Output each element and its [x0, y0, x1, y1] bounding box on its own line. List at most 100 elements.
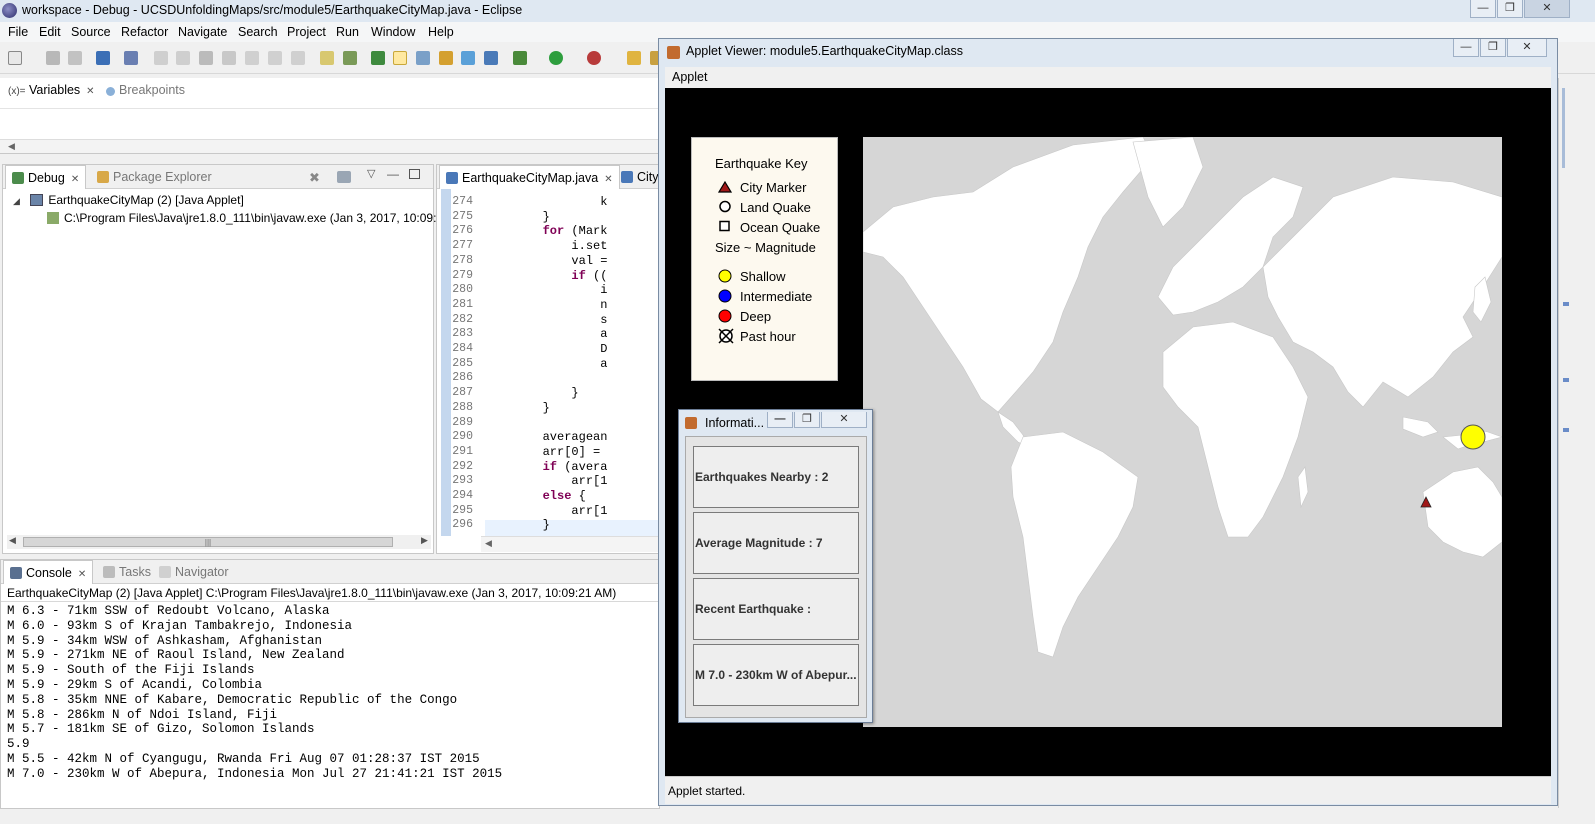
world-map[interactable] — [863, 137, 1502, 727]
scroll-left-icon[interactable]: ◀ — [8, 141, 15, 152]
console-view: Console ✕ Tasks Navigator EarthquakeCityM… — [0, 559, 661, 809]
tab-earthquakecitymap[interactable]: EarthquakeCityMap.java ✕ — [439, 165, 620, 189]
close-icon[interactable]: ✕ — [86, 86, 94, 97]
resume-icon[interactable] — [154, 51, 168, 65]
tab-tasks[interactable]: Tasks — [97, 560, 157, 584]
info-recent-label: Recent Earthquake : — [693, 578, 859, 640]
debug-icon[interactable] — [513, 51, 527, 65]
new-icon[interactable] — [8, 51, 22, 65]
save-icon[interactable] — [46, 51, 60, 65]
menu-applet[interactable]: Applet — [672, 70, 707, 84]
console-icon[interactable] — [96, 51, 110, 65]
variables-scrollbar[interactable]: ◀ — [0, 139, 658, 153]
editor-view: EarthquakeCityMap.java ✕ City 274 k 275 } 2… — [436, 164, 661, 554]
debug-hscrollbar[interactable]: ◀ ||| ▶ — [7, 535, 431, 549]
earthquake-key: Earthquake Key City Marker Land Quake Oc… — [691, 137, 838, 381]
key-title: Earthquake Key — [715, 156, 808, 171]
view-menu-icon[interactable]: ▽ — [367, 167, 375, 180]
information-window: Informati... — ❐ ✕ Earthquakes Nearby : … — [678, 409, 873, 723]
close-icon[interactable]: ✕ — [604, 174, 612, 185]
step-into-icon[interactable] — [245, 51, 259, 65]
search-icon[interactable] — [484, 51, 498, 65]
info-minimize-button[interactable]: — — [767, 412, 793, 428]
info-close-button[interactable]: ✕ — [821, 412, 867, 428]
menu-file[interactable]: File — [8, 25, 28, 39]
console-line: M 5.8 - 35km NNE of Kabare, Democratic R… — [7, 692, 458, 707]
scroll-thumb[interactable]: ||| — [23, 537, 393, 547]
key-city-marker-label: City Marker — [740, 180, 807, 195]
console-line: M 5.8 - 286km N of Ndoi Island, Fiji — [7, 707, 278, 722]
tab-breakpoints[interactable]: Breakpoints — [100, 78, 191, 102]
key-shallow-row: Shallow — [718, 269, 786, 284]
maximize-view-icon[interactable] — [409, 169, 420, 179]
square-icon — [719, 220, 730, 232]
minimize-button[interactable]: — — [1470, 0, 1496, 18]
expand-arrow-icon[interactable]: ◢ — [13, 196, 27, 207]
info-maximize-button[interactable]: ❐ — [794, 412, 820, 428]
scroll-left-icon[interactable]: ◀ — [9, 535, 16, 546]
disconnect-icon[interactable] — [222, 51, 236, 65]
use-step-filters-icon[interactable] — [343, 51, 357, 65]
scroll-left-icon[interactable]: ◀ — [485, 538, 492, 549]
close-icon[interactable]: ✕ — [71, 174, 79, 185]
console-line: M 7.0 - 230km W of Abepura, Indonesia Mo… — [7, 766, 503, 781]
menu-edit[interactable]: Edit — [39, 25, 61, 39]
step-over-icon[interactable] — [268, 51, 282, 65]
skip-breakpoints-icon[interactable] — [124, 51, 138, 65]
close-icon[interactable]: ✕ — [78, 569, 86, 580]
tab-console[interactable]: Console ✕ — [3, 560, 94, 584]
minimize-view-icon[interactable]: — — [387, 167, 399, 181]
menu-navigate[interactable]: Navigate — [178, 25, 227, 39]
remove-terminated-icon[interactable]: ✖ — [309, 170, 323, 185]
line-number: 292 — [452, 459, 473, 473]
tab-package-explorer[interactable]: Package Explorer — [91, 165, 218, 189]
tab-debug[interactable]: Debug ✕ — [5, 165, 87, 189]
tree-item-applet[interactable]: ◢ EarthquakeCityMap (2) [Java Applet] — [13, 193, 244, 207]
menu-run[interactable]: Run — [336, 25, 359, 39]
save-all-icon[interactable] — [68, 51, 82, 65]
open-task-icon[interactable] — [461, 51, 475, 65]
run-icon[interactable] — [549, 51, 563, 65]
collapse-icon[interactable] — [337, 171, 351, 183]
applet-close-button[interactable]: ✕ — [1507, 39, 1547, 57]
applet-minimize-button[interactable]: — — [1453, 39, 1479, 57]
tab-console-label: Console — [26, 566, 72, 580]
tab-variables-label: Variables — [28, 83, 81, 97]
suspend-icon[interactable] — [176, 51, 190, 65]
info-recent-quake: M 7.0 - 230km W of Abepur... — [693, 644, 859, 706]
step-return-icon[interactable] — [291, 51, 305, 65]
line-number: 294 — [452, 489, 473, 502]
debug-perspective-icon[interactable] — [371, 51, 385, 65]
menu-window[interactable]: Window — [371, 25, 415, 39]
scroll-grip: ||| — [204, 538, 212, 547]
tab-variables[interactable]: (x)= Variables ✕ — [2, 78, 101, 102]
menu-project[interactable]: Project — [287, 25, 326, 39]
blue-circle-icon — [718, 289, 732, 303]
open-type-icon[interactable] — [439, 51, 453, 65]
external-tools-icon[interactable] — [587, 51, 601, 65]
tab-debug-label: Debug — [28, 171, 65, 185]
maximize-button[interactable]: ❐ — [1497, 0, 1523, 18]
close-button[interactable]: ✕ — [1524, 0, 1570, 18]
terminate-icon[interactable] — [199, 51, 213, 65]
editor-hscrollbar[interactable]: ◀ — [481, 536, 661, 552]
menu-search[interactable]: Search — [238, 25, 278, 39]
tree-item-process[interactable]: C:\Program Files\Java\jre1.8.0_111\bin\j… — [47, 211, 450, 225]
drop-to-frame-icon[interactable] — [320, 51, 334, 65]
menu-refactor[interactable]: Refactor — [121, 25, 168, 39]
applet-maximize-button[interactable]: ❐ — [1480, 39, 1506, 57]
toggle-icon[interactable] — [416, 51, 430, 65]
mark-occurrences-icon[interactable] — [393, 51, 407, 65]
code-line: if (( — [571, 268, 608, 283]
console-output[interactable]: M 6.3 - 71km SSW of Redoubt Volcano, Ala… — [1, 602, 659, 796]
scroll-right-icon[interactable]: ▶ — [421, 535, 428, 546]
code-area[interactable]: 274 k 275 } 276 for (Mark 277 i.set 278 val … — [437, 195, 661, 537]
menu-source[interactable]: Source — [71, 25, 111, 39]
line-number: 287 — [452, 386, 473, 400]
variables-icon: (x)= — [8, 86, 26, 97]
tab-navigator[interactable]: Navigator — [153, 560, 235, 584]
open-folder-icon[interactable] — [627, 51, 641, 65]
code-line: a — [485, 356, 608, 371]
code-line: } — [485, 386, 579, 401]
menu-help[interactable]: Help — [428, 25, 454, 39]
